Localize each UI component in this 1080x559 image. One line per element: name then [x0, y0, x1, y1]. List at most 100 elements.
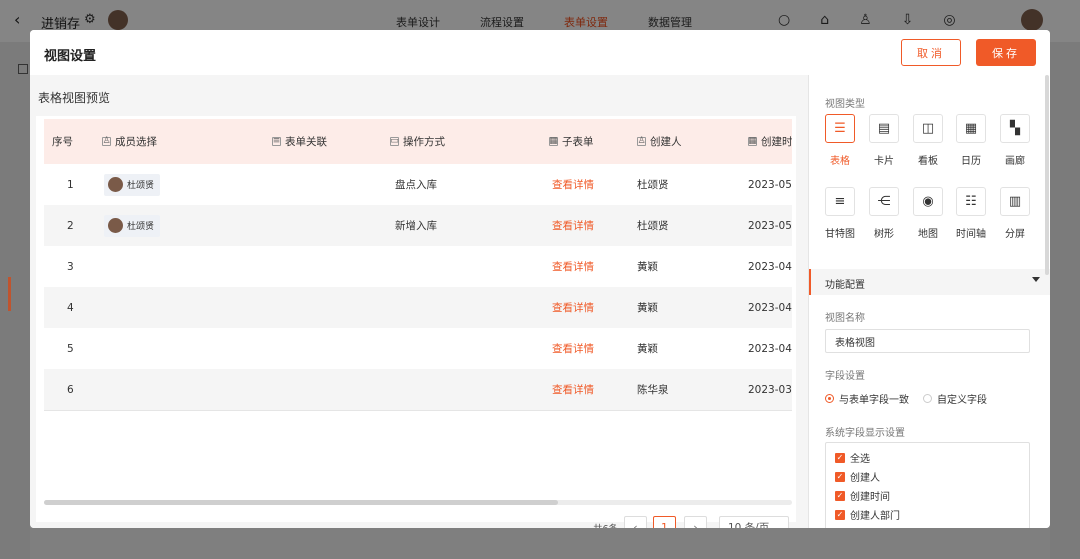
view-type-gallery[interactable]: ▚ 画廊	[1000, 114, 1030, 167]
field-setting-radios: 与表单字段一致 自定义字段	[825, 391, 987, 406]
home-icon[interactable]: ⌂	[820, 12, 829, 28]
view-details-link[interactable]: 查看详情	[552, 287, 594, 328]
checkbox-created-time[interactable]: ✓ 创建时间	[835, 488, 890, 503]
calendar-icon: ▦	[748, 136, 757, 146]
chevron-down-icon: ⌄	[771, 521, 781, 529]
view-type-timeline[interactable]: ☷ 时间轴	[956, 187, 986, 240]
cancel-button[interactable]: 取消	[901, 39, 961, 66]
view-type-calendar[interactable]: ▦ 日历	[956, 114, 986, 167]
checkbox-creator[interactable]: ✓ 创建人	[835, 469, 880, 484]
table-row[interactable]: 2 杜颂贤 新增入库 查看详情 杜颂贤 2023-05-	[44, 205, 792, 246]
shirt-icon[interactable]: ♙	[859, 12, 872, 28]
tab-form-settings[interactable]: 表单设置	[564, 14, 608, 30]
view-type-map[interactable]: ◉ 地图	[913, 187, 943, 240]
tab-form-design[interactable]: 表单设计	[396, 14, 440, 30]
cell-creator: 黄颖	[637, 343, 658, 355]
background-sidebar	[0, 42, 30, 559]
cell-no: 6	[67, 383, 74, 396]
cell-creator: 杜颂贤	[637, 179, 669, 191]
view-type-tree[interactable]: ⋲ 树形	[869, 187, 899, 240]
view-name-input[interactable]: 表格视图	[825, 329, 1030, 353]
view-type-table[interactable]: ☰ 表格	[825, 114, 855, 167]
background-bottom	[30, 528, 1050, 559]
top-tabs: 表单设计 流程设置 表单设置 数据管理	[396, 14, 692, 30]
col-header-member: ♙ 成员选择	[102, 136, 157, 148]
settings-icon[interactable]: ◎	[943, 12, 955, 28]
back-arrow-icon[interactable]: ‹	[14, 10, 20, 29]
pagination-total: 共6条	[593, 516, 618, 529]
checkbox-checked-icon: ✓	[835, 490, 845, 501]
table-row[interactable]: 4 查看详情 黄颖 2023-04-	[44, 287, 792, 328]
subform-icon: ▦	[549, 136, 558, 146]
download-icon[interactable]: ⇩	[902, 12, 914, 28]
background-right	[1050, 42, 1080, 559]
save-button[interactable]: 保存	[976, 39, 1036, 66]
active-indicator	[8, 277, 11, 311]
tree-icon: ⋲	[869, 187, 899, 216]
view-type-kanban[interactable]: ◫ 看板	[913, 114, 943, 167]
table-row[interactable]: 3 查看详情 黄颖 2023-04-	[44, 246, 792, 287]
user-avatar[interactable]	[1021, 9, 1043, 31]
scrollbar-thumb[interactable]	[44, 500, 558, 505]
list-icon	[18, 64, 28, 74]
cell-creator: 黄颖	[637, 261, 658, 273]
divider	[44, 410, 792, 411]
cell-created: 2023-03-	[748, 383, 792, 396]
modal-title: 视图设置	[44, 49, 97, 64]
cell-no: 1	[67, 178, 74, 191]
chevron-right-icon: ›	[693, 521, 698, 528]
radio-custom-fields[interactable]: 自定义字段	[923, 391, 987, 406]
calendar-icon: ▦	[956, 114, 986, 143]
horizontal-scrollbar[interactable]	[44, 500, 792, 505]
prev-page-button[interactable]: ‹	[624, 516, 647, 528]
view-type-split[interactable]: ▥ 分屏	[1000, 187, 1030, 240]
view-details-link[interactable]: 查看详情	[552, 205, 594, 246]
cell-member: 杜颂贤	[104, 164, 161, 205]
view-details-link[interactable]: 查看详情	[552, 369, 594, 410]
preview-panel: 表格视图预览 序号 ♙ 成员选择 ≡ 表单关联 ▭ 操作方式 ▦ 子表单 ♙ 创建人 ▦ 创…	[30, 75, 808, 528]
kanban-icon: ◫	[913, 114, 943, 143]
function-config-section[interactable]: 功能配置	[809, 269, 1050, 295]
table-row[interactable]: 5 查看详情 黄颖 2023-04-	[44, 328, 792, 369]
member-icon: ♙	[102, 136, 111, 146]
gantt-icon: ≡	[825, 187, 855, 216]
cell-no: 5	[67, 342, 74, 355]
system-fields-label: 系统字段显示设置	[825, 428, 905, 439]
vertical-scrollbar[interactable]	[1045, 75, 1049, 275]
timeline-icon: ☷	[956, 187, 986, 216]
cell-no: 4	[67, 301, 74, 314]
table-card: 序号 ♙ 成员选择 ≡ 表单关联 ▭ 操作方式 ▦ 子表单 ♙ 创建人 ▦ 创建时 1 杜颂…	[36, 116, 796, 528]
view-details-link[interactable]: 查看详情	[552, 246, 594, 287]
creator-icon: ♙	[637, 136, 646, 146]
radio-same-as-form[interactable]: 与表单字段一致	[825, 391, 909, 406]
field-setting-label: 字段设置	[825, 371, 865, 382]
radio-checked-icon	[825, 394, 834, 403]
section-title: 功能配置	[825, 280, 865, 291]
view-type-card[interactable]: ▤ 卡片	[869, 114, 899, 167]
page-number-button[interactable]: 1	[653, 516, 676, 528]
checkbox-select-all[interactable]: ✓ 全选	[835, 450, 870, 465]
member-tag: 杜颂贤	[104, 214, 161, 237]
checkbox-creator-dept[interactable]: ✓ 创建人部门	[835, 507, 900, 522]
gear-icon[interactable]: ⚙	[84, 12, 96, 27]
cell-member: 杜颂贤	[104, 205, 161, 246]
col-header-subform: ▦ 子表单	[549, 136, 594, 148]
view-type-label: 视图类型	[825, 99, 865, 110]
view-name-label: 视图名称	[825, 313, 865, 324]
view-type-gantt[interactable]: ≡ 甘特图	[825, 187, 855, 240]
map-icon: ◉	[913, 187, 943, 216]
caret-down-icon[interactable]	[1032, 277, 1040, 282]
table-row[interactable]: 6 查看详情 陈华泉 2023-03-	[44, 369, 792, 410]
cell-operate: 盘点入库	[395, 179, 437, 191]
col-header-operate: ▭ 操作方式	[390, 136, 445, 148]
table-row[interactable]: 1 杜颂贤 盘点入库 查看详情 杜颂贤 2023-05-	[44, 164, 792, 205]
cell-no: 3	[67, 260, 74, 273]
next-page-button[interactable]: ›	[684, 516, 707, 528]
view-details-link[interactable]: 查看详情	[552, 164, 594, 205]
chevron-left-icon: ‹	[633, 521, 638, 528]
tab-flow-settings[interactable]: 流程设置	[480, 14, 524, 30]
page-size-select[interactable]: 10 条/页 ⌄	[719, 516, 789, 528]
search-icon[interactable]: ○	[778, 12, 790, 28]
view-details-link[interactable]: 查看详情	[552, 328, 594, 369]
tab-data-management[interactable]: 数据管理	[648, 14, 692, 30]
